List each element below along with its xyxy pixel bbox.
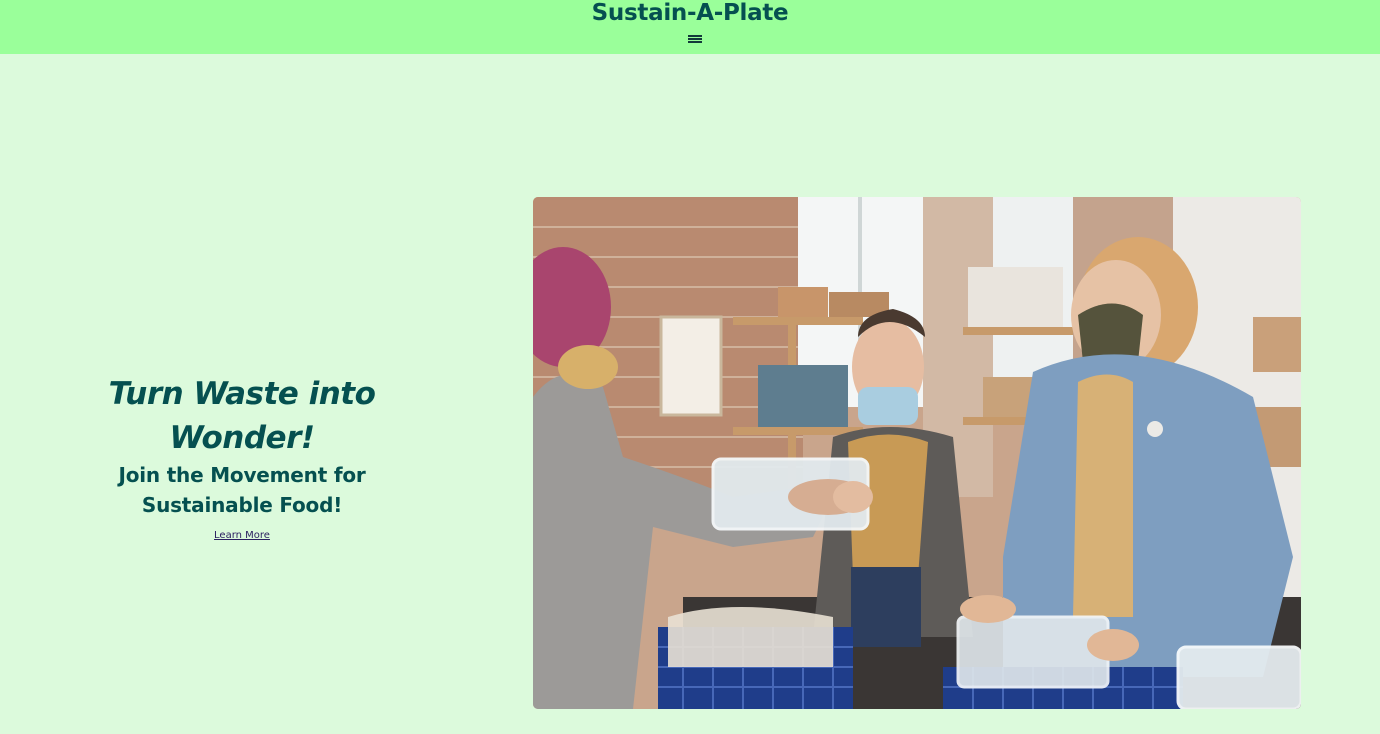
top-navbar: Sustain-A-Plate bbox=[0, 0, 1380, 54]
menu-line bbox=[688, 35, 702, 37]
menu-line bbox=[688, 41, 702, 43]
hero-photo bbox=[533, 197, 1301, 709]
hero-text-block: Turn Waste into Wonder! Join the Movemen… bbox=[92, 372, 392, 542]
learn-more-link[interactable]: Learn More bbox=[214, 530, 270, 541]
hero-subheadline: Join the Movement for Sustainable Food! bbox=[118, 463, 366, 517]
hero-headline: Turn Waste into Wonder! bbox=[108, 376, 376, 456]
hamburger-menu-icon[interactable] bbox=[688, 35, 702, 46]
menu-line bbox=[688, 38, 702, 40]
site-title[interactable]: Sustain-A-Plate bbox=[0, 0, 1380, 26]
food-bank-illustration bbox=[533, 197, 1301, 709]
